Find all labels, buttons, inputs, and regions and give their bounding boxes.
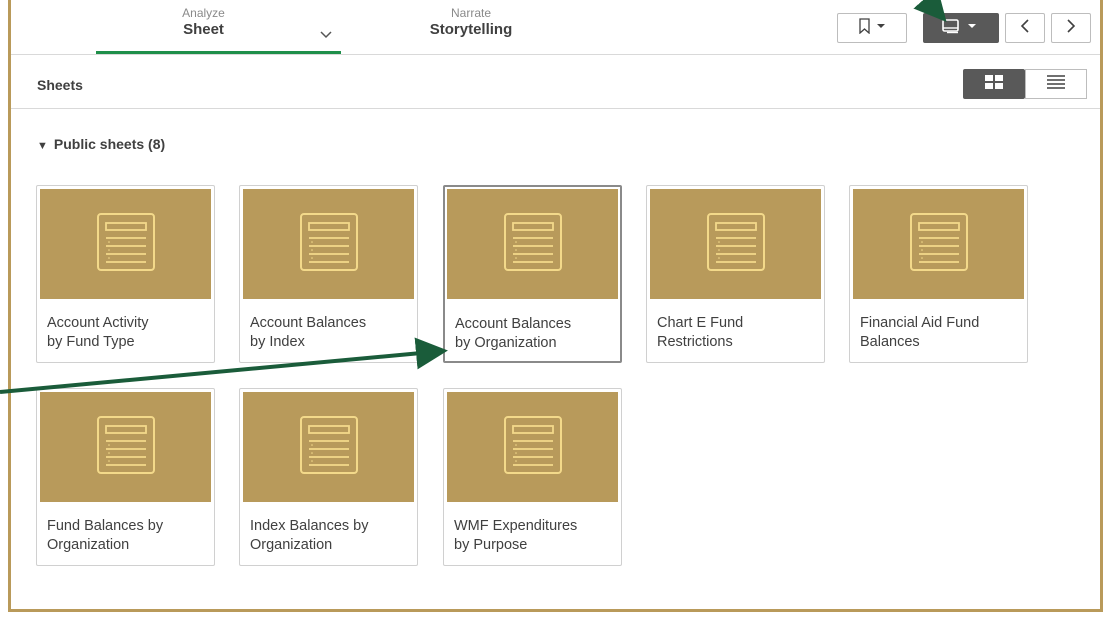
sheet-thumbnail	[447, 189, 618, 299]
next-sheet-button[interactable]	[1051, 13, 1091, 43]
list-view-icon	[1047, 74, 1065, 94]
sheet-document-icon	[501, 210, 565, 279]
sheet-title: Chart E Fund Restrictions	[657, 315, 744, 350]
sheet-title: Account Balances by Index	[250, 315, 367, 350]
previous-sheet-button[interactable]	[1005, 13, 1045, 43]
narrate-label: Narrate	[450, 6, 491, 20]
app-frame: Analyze Sheet Narrate Storytelling Sheet…	[8, 0, 1103, 612]
caret-down-icon: ▼	[37, 140, 48, 152]
sheets-icon	[941, 18, 981, 39]
sheet-card[interactable]: Account Balances by Index	[239, 185, 418, 363]
sheet-label: Sheet	[183, 21, 224, 38]
sheet-thumbnail	[40, 189, 211, 299]
grid-view-button[interactable]	[963, 69, 1025, 99]
top-toolbar: Analyze Sheet Narrate Storytelling	[11, 0, 1100, 55]
bookmark-icon	[857, 17, 887, 39]
storytelling-label: Storytelling	[429, 21, 513, 38]
sheet-document-icon	[907, 210, 971, 279]
sheet-title: Financial Aid Fund Balances	[860, 315, 980, 350]
sheet-card[interactable]: Index Balances by Organization	[239, 388, 418, 566]
sheet-document-icon	[297, 210, 361, 279]
sheets-panel-header: Sheets	[11, 55, 1100, 109]
sheet-card-selected[interactable]: Account Balances by Organization	[443, 185, 622, 363]
sheet-card[interactable]: Chart E Fund Restrictions	[646, 185, 825, 363]
sheet-document-icon	[94, 210, 158, 279]
sheet-document-icon	[297, 413, 361, 482]
chevron-down-icon[interactable]	[320, 28, 332, 42]
public-sheets-label: Public sheets (8)	[53, 136, 166, 152]
sheet-card[interactable]: Financial Aid Fund Balances	[849, 185, 1028, 363]
public-sheets-toggle[interactable]: ▼ Public sheets (8)	[37, 136, 165, 152]
sheet-title: Account Balances by Organization	[455, 316, 572, 351]
sheets-title: Sheets	[37, 77, 83, 93]
sheet-card[interactable]: Account Activity by Fund Type	[36, 185, 215, 363]
sheet-card[interactable]: WMF Expenditures by Purpose	[443, 388, 622, 566]
sheets-button[interactable]	[923, 13, 999, 43]
sheet-thumbnail	[650, 189, 821, 299]
sheet-thumbnail	[853, 189, 1024, 299]
sheet-document-icon	[704, 210, 768, 279]
sheet-title: Account Activity by Fund Type	[47, 315, 149, 350]
bookmark-button[interactable]	[837, 13, 907, 43]
tab-analyze-sheet[interactable]: Analyze Sheet	[96, 6, 341, 54]
sheet-thumbnail	[447, 392, 618, 502]
sheet-title: Index Balances by Organization	[250, 518, 369, 553]
list-view-button[interactable]	[1025, 69, 1087, 99]
sheet-thumbnail	[40, 392, 211, 502]
sheet-card[interactable]: Fund Balances by Organization	[36, 388, 215, 566]
sheet-document-icon	[501, 413, 565, 482]
sheet-thumbnail	[243, 189, 414, 299]
analyze-label: Analyze	[182, 6, 225, 20]
tab-narrate-storytelling[interactable]: Narrate Storytelling	[401, 6, 541, 40]
chevron-right-icon	[1066, 18, 1076, 38]
sheet-title: WMF Expenditures by Purpose	[454, 518, 578, 553]
sheet-document-icon	[94, 413, 158, 482]
sheet-title: Fund Balances by Organization	[47, 518, 164, 553]
sheet-thumbnail	[243, 392, 414, 502]
grid-view-icon	[985, 74, 1003, 94]
chevron-left-icon	[1020, 18, 1030, 38]
